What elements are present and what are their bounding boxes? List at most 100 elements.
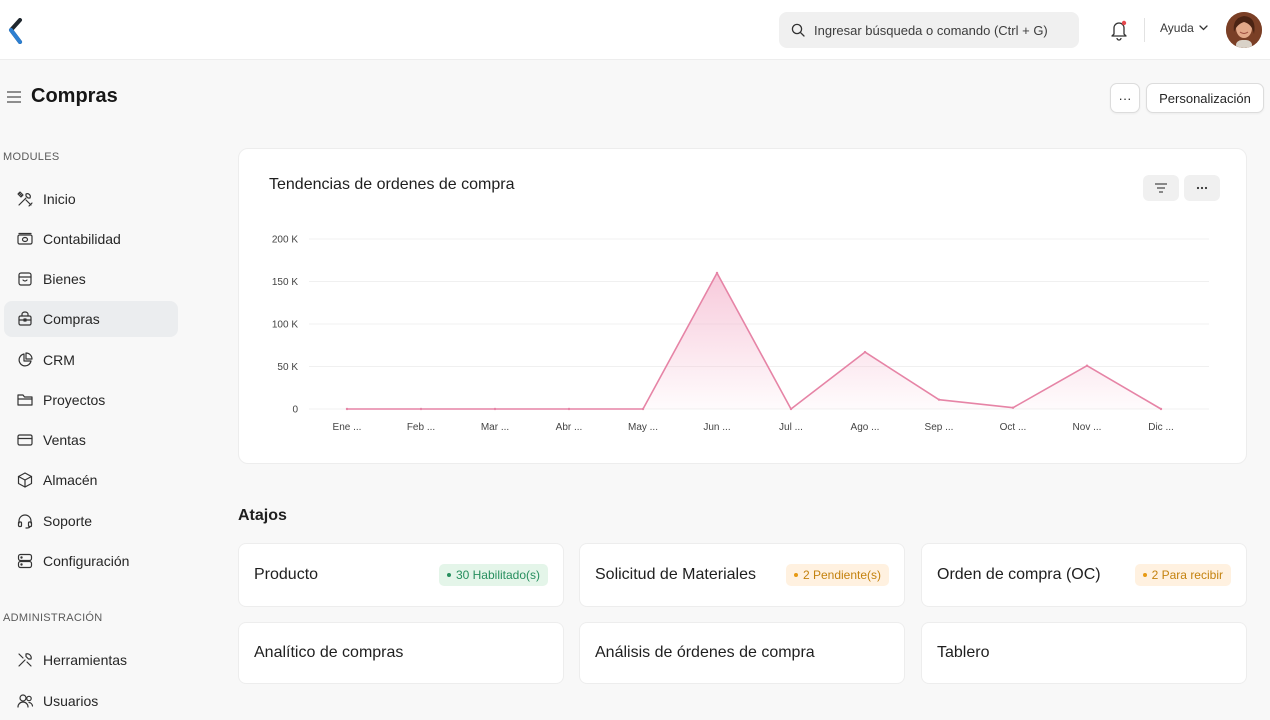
x-tick-label: Ago ... <box>851 422 880 433</box>
x-tick-label: Jul ... <box>779 422 803 433</box>
sidebar-item-compras[interactable]: Compras <box>4 301 178 337</box>
shortcut-producto[interactable]: Producto 30 Habilitado(s) <box>238 543 564 607</box>
shortcut-label: Solicitud de Materiales <box>595 566 756 583</box>
sidebar-toggle-icon[interactable] <box>6 90 22 104</box>
y-tick-label: 150 K <box>272 277 298 288</box>
sidebar-item-usuarios[interactable]: Usuarios <box>4 683 178 719</box>
sidebar-item-proyectos[interactable]: Proyectos <box>4 382 178 418</box>
x-tick-label: Abr ... <box>556 422 583 433</box>
chart-point <box>863 350 867 354</box>
page-title: Compras <box>31 85 118 107</box>
sidebar-item-ventas[interactable]: Ventas <box>4 422 178 458</box>
sidebar-item-label: Herramientas <box>43 652 128 668</box>
x-tick-label: Dic ... <box>1148 422 1174 433</box>
shortcut-label: Orden de compra (OC) <box>937 566 1101 583</box>
shortcut-analisis-ordenes[interactable]: Análisis de órdenes de compra <box>579 622 905 684</box>
y-tick-label: 0 <box>292 405 298 416</box>
shortcut-label: Tablero <box>937 644 990 661</box>
topbar-divider <box>1144 18 1145 42</box>
sidebar-section-admin: ADMINISTRACIÓN <box>3 612 103 624</box>
shortcuts-title: Atajos <box>238 507 287 524</box>
cube-icon <box>17 472 33 488</box>
sidebar-item-label: CRM <box>43 352 75 368</box>
tools-icon <box>17 191 33 207</box>
badge-dot <box>793 573 798 577</box>
badge-text: 30 Habilitado(s) <box>455 568 540 582</box>
chart-point <box>715 271 719 275</box>
search-bar[interactable] <box>779 12 1079 48</box>
y-tick-label: 100 K <box>272 320 298 331</box>
chart-point <box>1011 406 1015 409</box>
sidebar-item-label: Soporte <box>43 513 93 529</box>
sidebar-item-almacen[interactable]: Almacén <box>4 462 178 498</box>
box-icon <box>18 272 32 286</box>
chart-point <box>567 407 571 411</box>
badge-dot <box>446 573 451 577</box>
purchase-trends-card: Tendencias de ordenes de compra 0 50 K 100… <box>238 148 1247 464</box>
shortcut-orden-compra[interactable]: Orden de compra (OC) 2 Para recibir <box>921 543 1247 607</box>
chart-point <box>493 407 497 411</box>
chevron-down-icon <box>1199 25 1208 31</box>
help-label: Ayuda <box>1160 21 1194 35</box>
search-input[interactable] <box>814 22 1074 38</box>
more-options-label: ··· <box>1118 90 1132 106</box>
chart-point <box>937 398 941 401</box>
purchase-icon <box>18 311 32 326</box>
chart-point <box>345 407 349 411</box>
notification-bell-icon[interactable] <box>1109 19 1129 41</box>
x-tick-label: Feb ... <box>407 422 435 433</box>
sidebar-item-label: Compras <box>43 311 100 327</box>
x-tick-label: Nov ... <box>1073 422 1102 433</box>
sidebar-item-label: Inicio <box>43 191 76 207</box>
shortcut-analitico-compras[interactable]: Analítico de compras <box>238 622 564 684</box>
pie-chart-icon <box>18 352 33 367</box>
sidebar-item-label: Contabilidad <box>43 231 121 247</box>
chart-point <box>789 407 793 411</box>
chart-point <box>1085 364 1089 367</box>
shortcut-label: Análisis de órdenes de compra <box>595 644 815 661</box>
status-badge: 2 Para recibir <box>1134 564 1231 586</box>
sidebar-item-crm[interactable]: CRM <box>4 342 178 378</box>
top-navbar: Ayuda <box>0 0 1270 60</box>
sidebar-item-label: Almacén <box>43 472 98 488</box>
sidebar-item-label: Bienes <box>43 271 86 287</box>
user-avatar[interactable] <box>1226 12 1262 48</box>
x-tick-label: Ene ... <box>333 422 362 433</box>
sidebar-item-configuracion[interactable]: Configuración <box>4 543 178 579</box>
x-tick-label: May ... <box>628 422 658 433</box>
sidebar-item-contabilidad[interactable]: Contabilidad <box>4 221 178 257</box>
sidebar-item-label: Usuarios <box>43 693 99 709</box>
x-tick-label: Sep ... <box>925 422 954 433</box>
badge-dot <box>1142 573 1147 577</box>
database-icon <box>17 553 33 569</box>
shortcut-label: Analítico de compras <box>254 644 404 661</box>
purchase-trends-chart: 0 50 K 100 K 150 K 200 K Ene ... Feb ... Mar ..… <box>272 235 1209 433</box>
y-tick-label: 50 K <box>277 362 298 373</box>
card-icon <box>17 434 33 446</box>
shortcut-tablero[interactable]: Tablero <box>921 622 1247 684</box>
sidebar-item-herramientas[interactable]: Herramientas <box>4 642 178 678</box>
app-logo-icon[interactable] <box>8 18 24 44</box>
x-tick-label: Oct ... <box>1000 422 1027 433</box>
headset-icon <box>17 514 33 529</box>
sidebar-item-soporte[interactable]: Soporte <box>4 503 178 539</box>
avatar-image <box>1226 12 1262 48</box>
badge-text: 2 Pendiente(s) <box>802 568 881 582</box>
badge-text: 2 Para recibir <box>1151 568 1223 582</box>
help-dropdown[interactable]: Ayuda <box>1160 21 1208 35</box>
sidebar-item-inicio[interactable]: Inicio <box>4 181 178 217</box>
chart-point <box>419 407 423 411</box>
chart-point <box>1159 407 1163 411</box>
sidebar-item-bienes[interactable]: Bienes <box>4 261 178 297</box>
search-icon <box>791 23 805 37</box>
more-options-button[interactable]: ··· <box>1110 83 1140 113</box>
sidebar-item-label: Ventas <box>43 432 86 448</box>
shortcut-label: Producto <box>254 566 319 583</box>
folder-icon <box>17 394 33 406</box>
sidebar-item-label: Configuración <box>43 553 130 569</box>
customize-button[interactable]: Personalización <box>1146 83 1264 113</box>
wrench-icon <box>18 653 32 667</box>
shortcut-solicitud-materiales[interactable]: Solicitud de Materiales 2 Pendiente(s) <box>579 543 905 607</box>
status-badge: 30 Habilitado(s) <box>438 564 548 586</box>
chart-point <box>641 407 645 411</box>
